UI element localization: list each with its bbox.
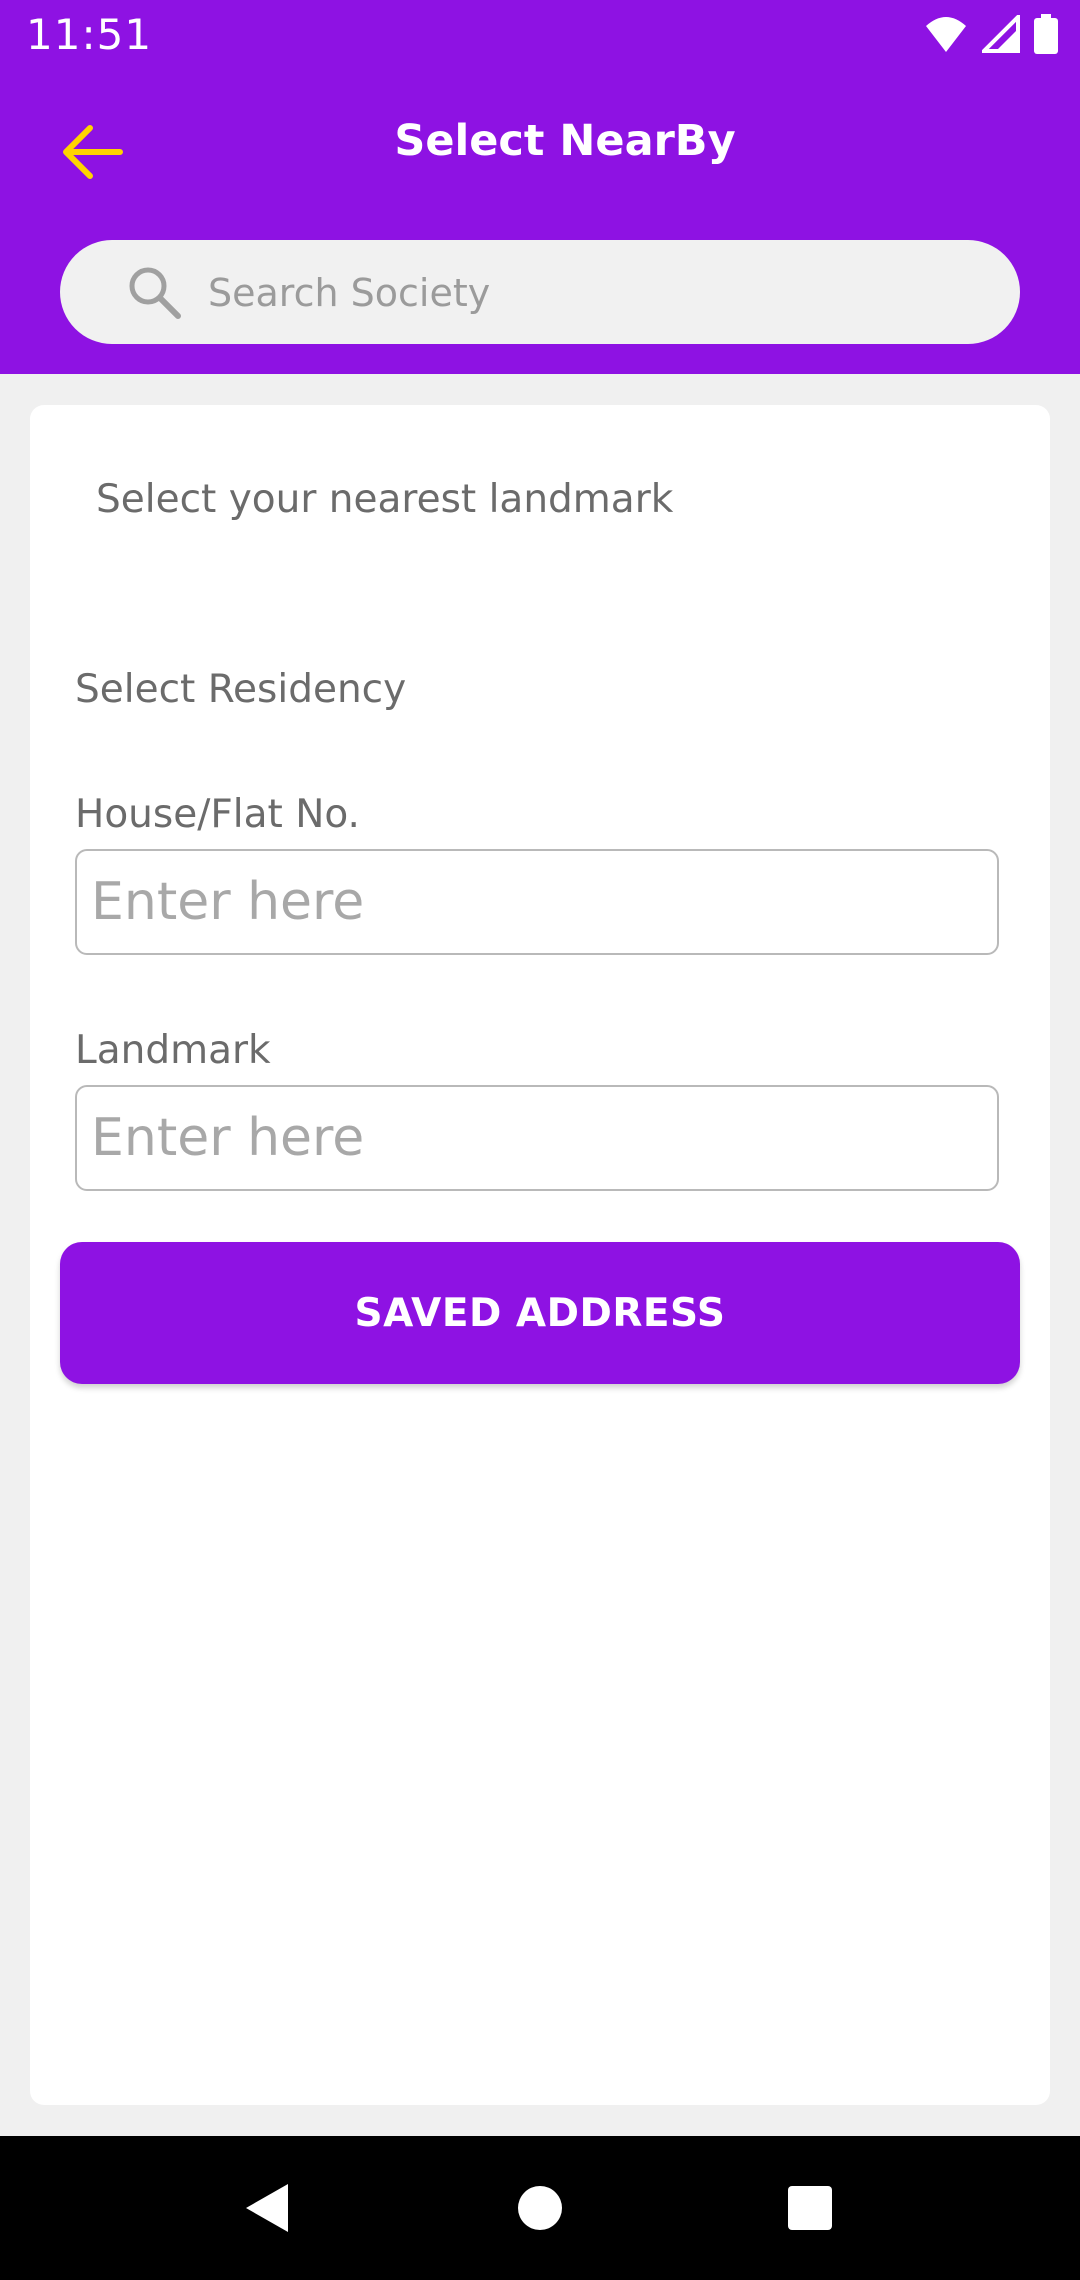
landmark-label: Landmark: [75, 1028, 271, 1073]
cellular-signal-icon: [982, 15, 1020, 53]
search-input[interactable]: [206, 262, 990, 324]
app-bar: Select NearBy: [0, 72, 1080, 374]
address-card: Select your nearest landmark Select Resi…: [30, 405, 1050, 2105]
status-bar: 11:51: [0, 0, 1080, 72]
page-title: Select NearBy: [394, 116, 736, 166]
landmark-input[interactable]: [75, 1085, 999, 1191]
home-circle-icon: [518, 2186, 562, 2230]
back-triangle-icon: [246, 2184, 288, 2232]
select-residency[interactable]: Select Residency: [75, 667, 406, 712]
nav-back-button[interactable]: [230, 2172, 302, 2244]
nav-recents-button[interactable]: [774, 2172, 846, 2244]
search-bar[interactable]: [60, 240, 1020, 344]
landmark-prompt[interactable]: Select your nearest landmark: [96, 477, 673, 522]
system-nav-bar: [0, 2136, 1080, 2280]
battery-icon: [1034, 14, 1058, 54]
nav-home-button[interactable]: [504, 2172, 576, 2244]
search-icon: [129, 267, 181, 319]
recents-square-icon: [788, 2186, 832, 2230]
status-icons: [924, 14, 1058, 54]
house-flat-input[interactable]: [75, 849, 999, 955]
saved-address-button[interactable]: SAVED ADDRESS: [60, 1242, 1020, 1384]
house-flat-label: House/Flat No.: [75, 792, 360, 837]
wifi-icon: [926, 17, 966, 52]
status-time: 11:51: [26, 10, 153, 59]
